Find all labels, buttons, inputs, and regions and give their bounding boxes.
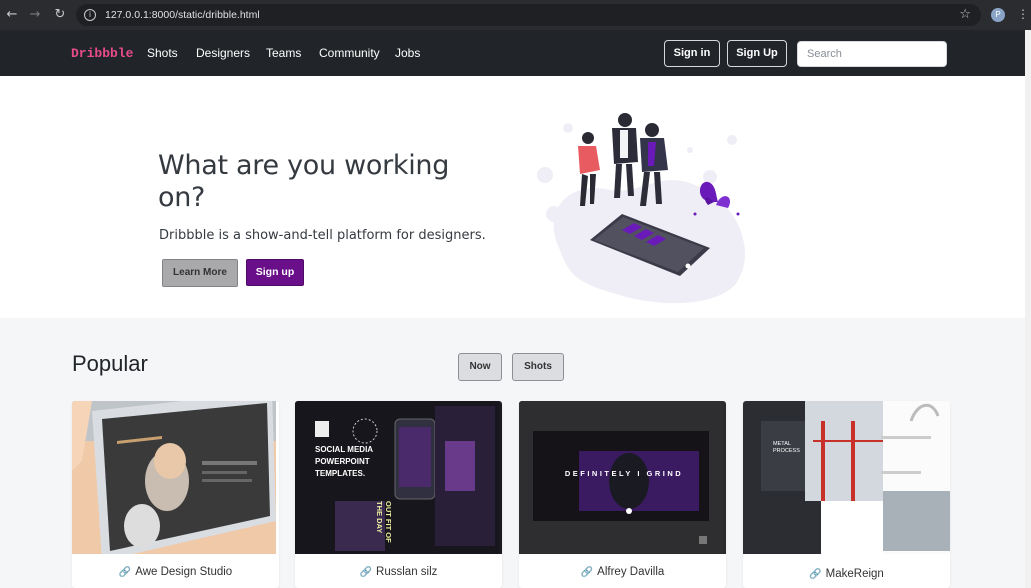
learn-more-button[interactable]: Learn More [162,259,238,287]
profile-avatar[interactable]: P [991,8,1005,22]
thumb-vertical-text: OUT FIT OF THE DAY [375,501,393,543]
author-name[interactable]: Alfrey Davilla [597,566,664,578]
shot-author[interactable]: 🔗 Alfrey Davilla [519,566,726,578]
shot-thumbnail[interactable]: METAL PROCESS [743,401,950,554]
author-name[interactable]: Russlan silz [376,566,437,578]
browser-toolbar: ← → ↻ i 127.0.0.1:8000/static/dribble.ht… [0,0,1031,30]
address-bar[interactable]: i 127.0.0.1:8000/static/dribble.html ☆ [76,4,981,26]
thumb-caption: SOCIAL MEDIA POWERPOINT TEMPLATES. [315,445,374,478]
hero-subtitle: Dribbble is a show-and-tell platform for… [159,228,486,243]
filter-now-button[interactable]: Now [458,353,502,381]
nav-link-teams[interactable]: Teams [266,46,301,60]
link-icon: 🔗 [809,569,822,580]
nav-link-designers[interactable]: Designers [196,46,250,60]
forward-arrow-icon[interactable]: → [28,8,42,22]
thumb-caption: DEFINITELY I GRIND [564,469,684,478]
shot-thumbnail[interactable]: SOCIAL MEDIA POWERPOINT TEMPLATES. OUT F… [295,401,502,554]
link-icon: 🔗 [118,567,132,578]
shot-thumbnail[interactable] [72,401,279,554]
sign-in-button[interactable]: Sign in [664,40,720,67]
nav-link-shots[interactable]: Shots [147,46,178,60]
shot-author[interactable]: 🔗 Russlan silz [295,566,502,578]
shot-thumbnail[interactable]: DEFINITELY I GRIND [519,401,726,554]
brand-logo[interactable]: Dribbble [71,46,133,61]
search-input[interactable] [797,41,947,67]
shot-author[interactable]: 🔗 Awe Design Studio [72,566,279,578]
hero-title: What are you working on? [158,150,450,213]
popular-heading: Popular [72,351,148,376]
back-arrow-icon[interactable]: ← [5,8,19,22]
link-icon: 🔗 [359,567,373,578]
sign-up-button[interactable]: Sign Up [727,40,787,67]
bookmark-star-icon[interactable]: ☆ [959,7,971,22]
url-text[interactable]: 127.0.0.1:8000/static/dribble.html [105,9,260,21]
author-name[interactable]: Awe Design Studio [135,566,232,578]
nav-link-jobs[interactable]: Jobs [395,46,420,60]
hero-section: What are you working on? Dribbble is a s… [0,76,1025,318]
hero-sign-up-button[interactable]: Sign up [246,259,304,286]
filter-shots-button[interactable]: Shots [512,353,564,381]
shot-card[interactable]: DEFINITELY I GRIND 🔗 Alfrey Davilla [519,401,726,588]
thumb-caption: METAL PROCESS [773,441,800,454]
site-info-icon[interactable]: i [84,9,96,21]
shot-card[interactable]: METAL PROCESS 🔗 MakeReign [743,401,950,588]
nav-link-community[interactable]: Community [319,46,380,60]
link-icon: 🔗 [580,567,594,578]
reload-icon[interactable]: ↻ [53,8,67,22]
page-scrollbar[interactable] [1025,30,1031,588]
hero-illustration [537,113,746,304]
shot-card[interactable]: 🔗 Awe Design Studio [72,401,279,588]
browser-menu-icon[interactable]: ⋮ [1017,7,1029,21]
shot-author[interactable]: 🔗 MakeReign [743,568,950,580]
site-navbar: Dribbble Shots Designers Teams Community… [0,30,1031,76]
shot-card[interactable]: SOCIAL MEDIA POWERPOINT TEMPLATES. OUT F… [295,401,502,588]
author-name[interactable]: MakeReign [826,568,884,580]
